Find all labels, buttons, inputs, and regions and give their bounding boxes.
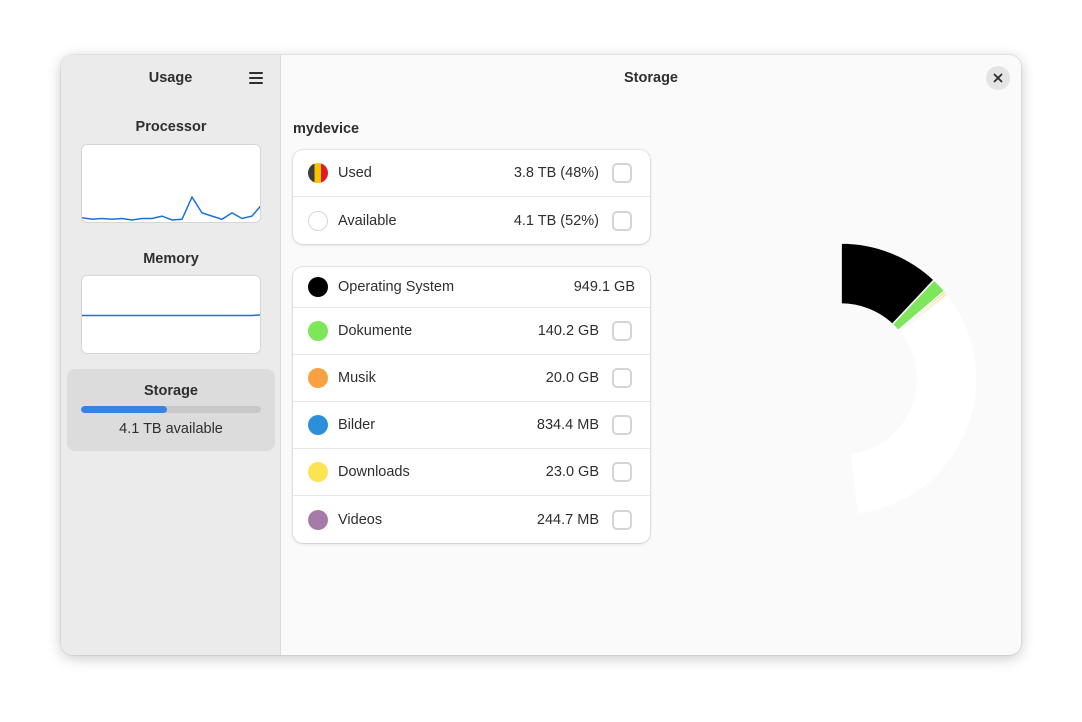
storage-progress-fill (81, 406, 168, 413)
memory-graph (81, 275, 261, 354)
used-checkbox[interactable] (612, 163, 632, 183)
sidebar-item-label: Processor (135, 119, 207, 135)
category-color-icon (308, 321, 328, 341)
row-label: Available (338, 212, 397, 229)
category-color-icon (308, 277, 328, 297)
row-value: 834.4 MB (536, 417, 599, 433)
sidebar-item-label: Storage (144, 383, 198, 399)
category-color-icon (308, 462, 328, 482)
downloads-checkbox[interactable] (612, 462, 632, 482)
sidebar-item-label: Memory (143, 251, 199, 267)
storage-progress-bar (81, 406, 261, 413)
list-item-operating-system: Operating System 949.1 GB (293, 267, 650, 308)
row-label: Dokumente (338, 323, 413, 339)
processor-graph-svg (82, 195, 260, 221)
category-color-icon (308, 509, 328, 530)
sidebar-item-storage[interactable]: Storage 4.1 TB available (67, 369, 275, 451)
categories-card: Operating System 949.1 GB Dokumente 140.… (293, 267, 650, 543)
storage-donut-chart (704, 242, 978, 516)
close-icon (993, 73, 1003, 83)
category-color-icon (308, 415, 328, 435)
summary-card: Used 3.8 TB (48%) Available 4.1 TB (52%) (293, 150, 650, 244)
list-item-downloads: Downloads 23.0 GB (293, 449, 650, 496)
processor-usage-line (82, 195, 260, 221)
row-label: Downloads (338, 464, 410, 480)
app-window: Usage Processor Memory Storage 4.1 TB av… (61, 55, 1021, 655)
list-item-musik: Musik 20.0 GB (293, 355, 650, 402)
musik-checkbox[interactable] (612, 368, 632, 388)
category-color-icon (308, 368, 328, 388)
dokumente-checkbox[interactable] (612, 321, 632, 341)
list-item-used: Used 3.8 TB (48%) (293, 150, 650, 197)
row-value: 140.2 GB (537, 323, 599, 339)
memory-graph-svg (82, 314, 260, 317)
storage-available-text: 4.1 TB available (119, 421, 223, 437)
memory-usage-line (82, 314, 260, 317)
hamburger-menu-icon (249, 72, 263, 84)
sidebar-item-memory[interactable]: Memory (67, 251, 275, 359)
row-label: Operating System (338, 279, 455, 295)
used-color-icon (308, 163, 328, 183)
row-value: 949.1 GB (573, 279, 635, 295)
close-button[interactable] (986, 66, 1010, 90)
row-value: 3.8 TB (48%) (513, 165, 599, 181)
list-item-available: Available 4.1 TB (52%) (293, 197, 650, 244)
main-panel: Storage mydevice Used 3.8 TB (48%) Avail… (281, 55, 1021, 655)
row-label: Bilder (338, 417, 376, 433)
videos-checkbox[interactable] (612, 509, 632, 530)
sidebar-item-processor[interactable]: Processor (67, 119, 275, 227)
row-label: Videos (338, 511, 383, 528)
storage-donut-svg (704, 242, 978, 516)
page-title: Storage (624, 70, 678, 86)
main-menu-button[interactable] (242, 64, 270, 92)
list-item-bilder: Bilder 834.4 MB (293, 402, 650, 449)
row-value: 4.1 TB (52%) (513, 212, 599, 229)
main-header: Storage (281, 55, 1021, 101)
sidebar: Usage Processor Memory Storage 4.1 TB av… (61, 55, 281, 655)
row-label: Used (338, 165, 372, 181)
donut-hole (766, 304, 916, 454)
list-item-videos: Videos 244.7 MB (293, 496, 650, 543)
row-value: 23.0 GB (545, 464, 599, 480)
row-value: 244.7 MB (536, 511, 599, 528)
available-color-icon (308, 210, 328, 231)
sidebar-title: Usage (148, 70, 193, 86)
row-value: 20.0 GB (545, 370, 599, 386)
processor-graph (81, 144, 261, 223)
bilder-checkbox[interactable] (612, 415, 632, 435)
available-checkbox[interactable] (612, 210, 632, 231)
device-name: mydevice (293, 121, 360, 137)
list-item-dokumente: Dokumente 140.2 GB (293, 308, 650, 355)
row-label: Musik (338, 370, 376, 386)
sidebar-header: Usage (61, 55, 280, 101)
